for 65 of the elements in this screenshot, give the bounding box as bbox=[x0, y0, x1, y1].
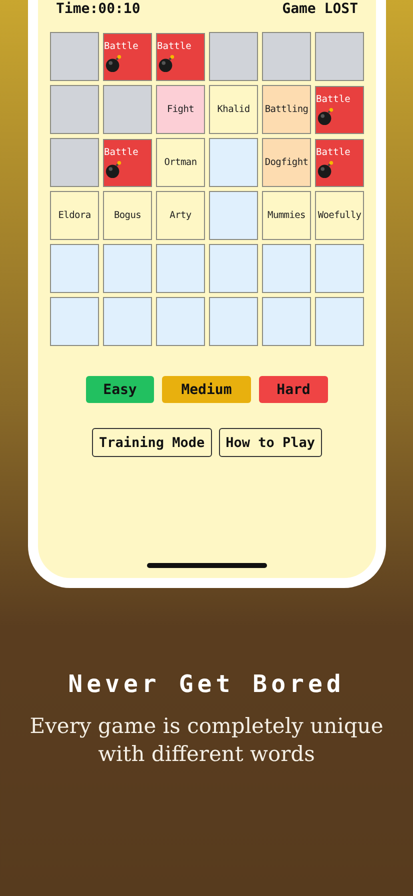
timer: Time:00:10 bbox=[56, 0, 140, 18]
grid-tile[interactable] bbox=[103, 244, 152, 293]
grid-tile[interactable] bbox=[262, 297, 311, 346]
tile-word: Woefully bbox=[318, 210, 362, 221]
tile-word: Khalid bbox=[217, 104, 250, 115]
grid-tile[interactable] bbox=[315, 297, 364, 346]
grid-tile[interactable]: Ortman bbox=[156, 138, 205, 187]
difficulty-button[interactable]: Easy bbox=[86, 376, 154, 403]
tile-word: Battle bbox=[104, 147, 138, 158]
grid-tile[interactable]: Khalid bbox=[209, 85, 258, 134]
grid-tile[interactable] bbox=[50, 244, 99, 293]
menu-button[interactable]: Training Mode bbox=[92, 428, 212, 457]
bomb-icon bbox=[316, 160, 335, 179]
grid-tile[interactable]: Dogfight bbox=[262, 138, 311, 187]
tile-word: Battle bbox=[104, 41, 138, 52]
tile-word: Battle bbox=[157, 41, 192, 52]
difficulty-button[interactable]: Hard bbox=[259, 376, 328, 403]
bomb-icon bbox=[104, 160, 123, 179]
grid-tile[interactable]: Battle bbox=[315, 86, 364, 134]
grid-tile[interactable]: Arty bbox=[156, 191, 205, 240]
grid-tile[interactable]: Fight bbox=[156, 85, 205, 134]
tile-word: Bogus bbox=[114, 210, 142, 221]
grid-tile[interactable] bbox=[50, 138, 99, 187]
tile-word: Dogfight bbox=[264, 157, 308, 168]
grid-tile[interactable]: Battle bbox=[156, 33, 205, 81]
caption-title: Never Get Bored bbox=[67, 670, 346, 698]
tile-word: Eldora bbox=[58, 210, 91, 221]
menu-button[interactable]: How to Play bbox=[218, 428, 322, 457]
grid-tile[interactable] bbox=[103, 297, 152, 346]
grid-tile[interactable]: Battle bbox=[103, 33, 152, 81]
bomb-icon bbox=[316, 107, 335, 126]
grid-tile[interactable] bbox=[315, 32, 364, 81]
tile-word: Arty bbox=[170, 210, 192, 221]
difficulty-button[interactable]: Medium bbox=[162, 376, 251, 403]
bomb-icon bbox=[104, 54, 123, 73]
grid-tile[interactable] bbox=[156, 297, 205, 346]
grid-tile[interactable] bbox=[50, 297, 99, 346]
grid-tile[interactable] bbox=[315, 244, 364, 293]
grid-tile[interactable] bbox=[156, 244, 205, 293]
grid-tile[interactable] bbox=[262, 32, 311, 81]
grid-tile[interactable]: Bogus bbox=[103, 191, 152, 240]
tile-word: Battling bbox=[264, 104, 308, 115]
grid-tile[interactable]: Battle bbox=[103, 139, 152, 187]
grid-tile[interactable] bbox=[209, 32, 258, 81]
grid-tile[interactable] bbox=[209, 191, 258, 240]
bomb-icon bbox=[157, 54, 176, 73]
grid-tile[interactable] bbox=[262, 244, 311, 293]
tile-word: Ortman bbox=[164, 157, 197, 168]
grid-tile[interactable]: Battling bbox=[262, 85, 311, 134]
grid-tile[interactable] bbox=[209, 138, 258, 187]
tile-word: Battle bbox=[316, 94, 350, 105]
tile-word: Fight bbox=[166, 104, 194, 115]
grid-tile[interactable]: Eldora bbox=[50, 191, 99, 240]
game-status: Game LOST bbox=[282, 0, 358, 18]
grid-tile[interactable] bbox=[209, 297, 258, 346]
tile-word: Mummies bbox=[268, 210, 306, 221]
grid-tile[interactable]: Battle bbox=[315, 139, 364, 187]
tile-word: Battle bbox=[316, 147, 350, 158]
grid-tile[interactable] bbox=[50, 85, 99, 134]
grid-tile[interactable] bbox=[50, 32, 99, 81]
grid-tile[interactable]: Mummies bbox=[262, 191, 311, 240]
grid-tile[interactable] bbox=[209, 244, 258, 293]
grid-tile[interactable] bbox=[103, 85, 152, 134]
grid-tile[interactable]: Woefully bbox=[315, 191, 364, 240]
caption-text: Every game is completely unique with different words bbox=[28, 713, 384, 768]
